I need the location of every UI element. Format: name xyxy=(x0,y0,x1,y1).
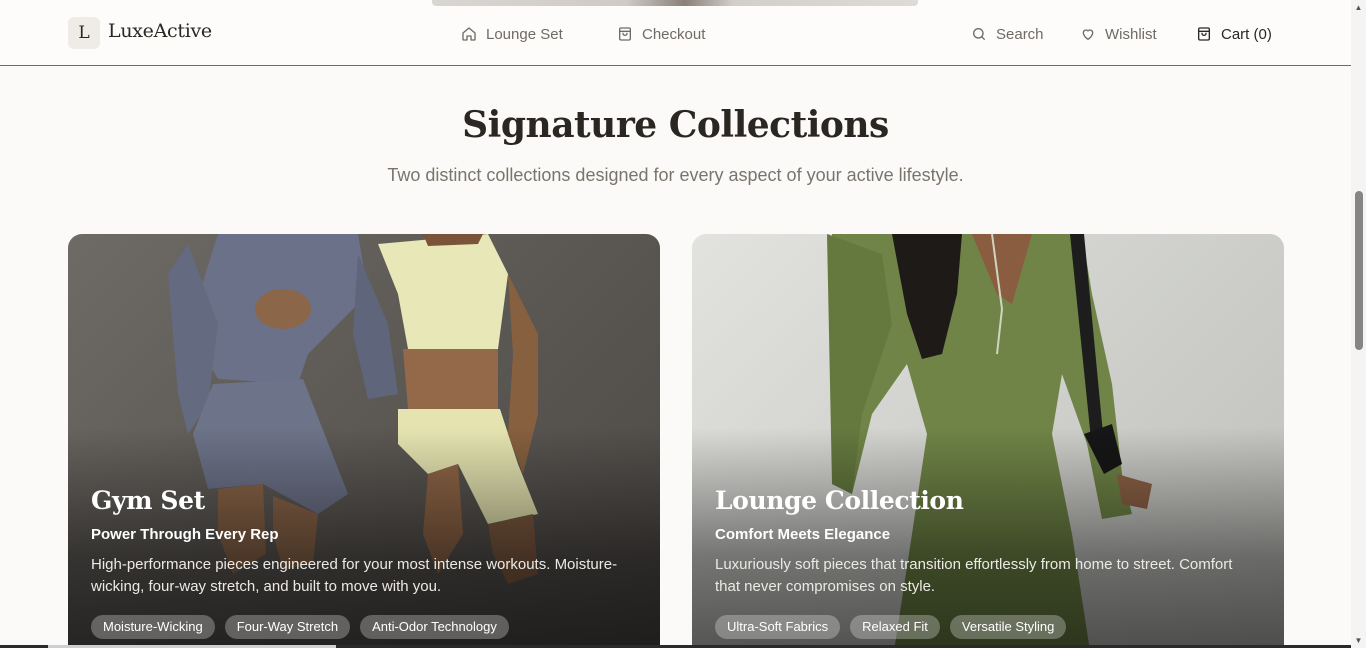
shopping-bag-icon xyxy=(619,27,631,41)
shopping-bag-icon xyxy=(1198,27,1210,41)
card-tagline: Power Through Every Rep xyxy=(91,526,279,543)
nav-checkout-link[interactable]: Checkout xyxy=(617,24,705,44)
card-title: Gym Set xyxy=(91,486,205,515)
card-description: Luxuriously soft pieces that transition … xyxy=(715,556,1233,595)
card-description: High-performance pieces engineered for y… xyxy=(91,556,618,595)
nav-search-link[interactable]: Search xyxy=(971,24,1044,44)
logo-mark[interactable]: L xyxy=(68,17,100,49)
scrollbar-thumb[interactable] xyxy=(1355,191,1363,350)
feature-tag: Anti-Odor Technology xyxy=(360,615,509,639)
heart-icon xyxy=(1082,29,1094,40)
nav-checkout-label: Checkout xyxy=(642,25,706,43)
nav-wishlist-label: Wishlist xyxy=(1105,25,1157,43)
feature-tag: Ultra-Soft Fabrics xyxy=(715,615,841,639)
card-title: Lounge Collection xyxy=(715,486,964,515)
nav-cart-label: Cart (0) xyxy=(1221,25,1272,43)
nav-lounge-set-link[interactable]: Lounge Set xyxy=(461,24,563,44)
feature-tags: Moisture-Wicking Four-Way Stretch Anti-O… xyxy=(91,615,509,639)
feature-tags: Ultra-Soft Fabrics Relaxed Fit Versatile… xyxy=(715,615,1067,639)
nav-lounge-set-label: Lounge Set xyxy=(486,25,563,43)
nav-cart-link[interactable]: Cart (0) xyxy=(1196,24,1272,44)
feature-tag: Versatile Styling xyxy=(949,615,1067,639)
collection-card-lounge-collection[interactable]: Lounge Collection Comfort Meets Elegance… xyxy=(692,234,1284,648)
card-tagline: Comfort Meets Elegance xyxy=(715,526,891,543)
nav-search-label: Search xyxy=(996,25,1044,43)
feature-tag: Four-Way Stretch xyxy=(224,615,351,639)
home-icon xyxy=(462,27,476,41)
nav-wishlist-link[interactable]: Wishlist xyxy=(1080,24,1157,44)
site-header: L LuxeActive Lounge Set Checkout Search … xyxy=(0,0,1351,66)
vertical-scrollbar[interactable]: ▲ ▼ xyxy=(1351,0,1366,648)
collection-card-gym-set[interactable]: Gym Set Power Through Every Rep High-per… xyxy=(68,234,660,648)
brand-name[interactable]: LuxeActive xyxy=(108,20,212,42)
feature-tag: Relaxed Fit xyxy=(850,615,940,639)
scroll-up-arrow-icon[interactable]: ▲ xyxy=(1354,3,1363,12)
scroll-down-arrow-icon[interactable]: ▼ xyxy=(1354,636,1363,645)
feature-tag: Moisture-Wicking xyxy=(91,615,215,639)
hero-image-edge xyxy=(432,0,918,6)
section-subtitle: Two distinct collections designed for ev… xyxy=(387,165,964,185)
search-icon xyxy=(973,28,985,40)
section-title: Signature Collections xyxy=(462,104,889,146)
